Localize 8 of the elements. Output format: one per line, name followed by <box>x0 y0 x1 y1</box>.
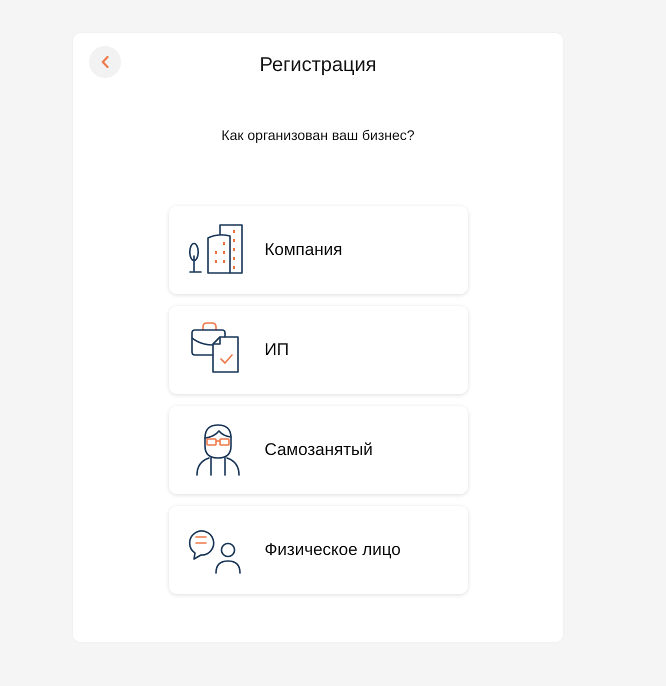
back-button[interactable] <box>89 46 121 78</box>
question-text: Как организован ваш бизнес? <box>220 127 416 144</box>
option-card[interactable]: Самозанятый <box>168 406 468 494</box>
option-card[interactable]: Компания <box>168 206 468 294</box>
option-card[interactable]: ИП <box>168 306 468 394</box>
chevron-left-icon <box>101 56 109 68</box>
page-title: Регистрация <box>258 53 378 77</box>
option-card[interactable]: Физическое лицо <box>168 506 468 594</box>
